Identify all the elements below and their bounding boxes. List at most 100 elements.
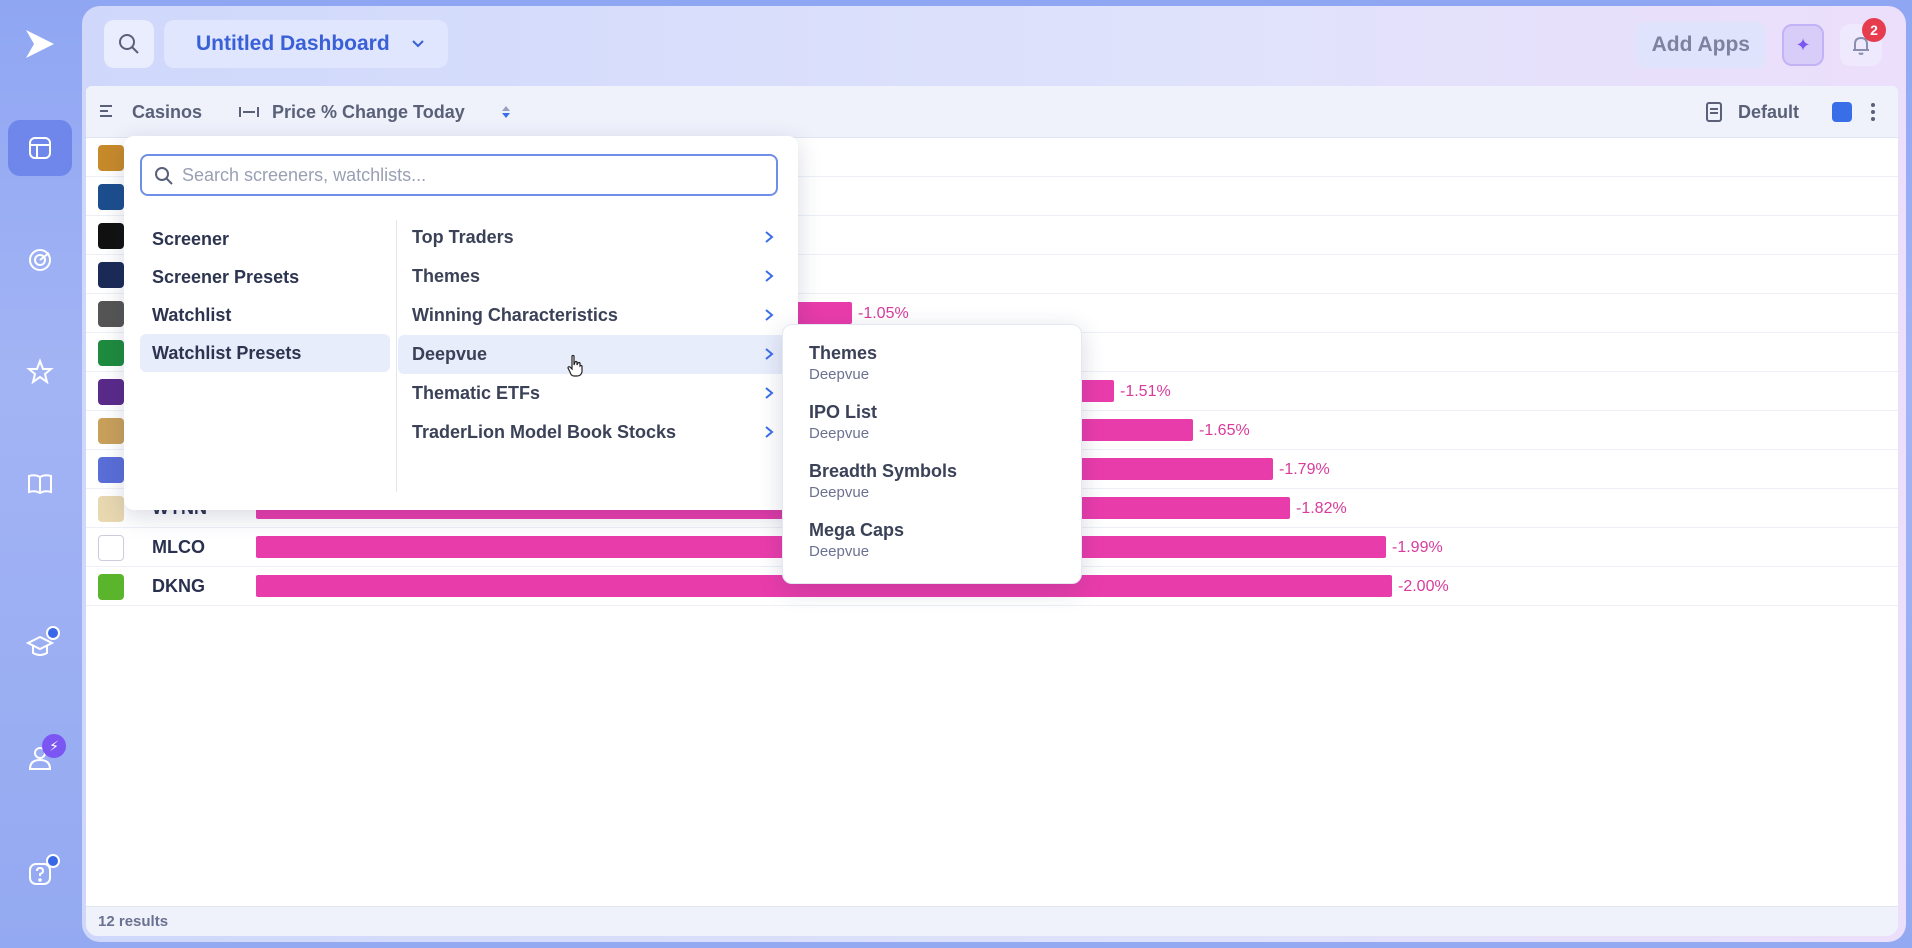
results-count: 12 results [98, 913, 169, 930]
submenu-item-title: Mega Caps [809, 520, 905, 540]
sort-icon [502, 106, 510, 118]
results-footer: 12 results [86, 906, 1898, 936]
dashboard-icon [29, 137, 51, 159]
change-value: -1.82% [1296, 499, 1347, 517]
chevron-right-icon [765, 426, 774, 438]
deepvue-submenu: Themes Deepvue IPO List Deepvue Breadth Symb… [782, 324, 1082, 584]
picker-group-item[interactable]: Top Traders [398, 218, 788, 257]
ticker-symbol: DKNG [152, 576, 205, 596]
view-label: Default [1738, 101, 1800, 122]
submenu-item[interactable]: IPO List Deepvue [809, 402, 877, 442]
ai-sparkle-button[interactable]: ✦ [1782, 24, 1824, 66]
picker-group-item[interactable]: Themes [398, 257, 788, 296]
submenu-item[interactable]: Breadth Symbols Deepvue [809, 461, 957, 501]
left-rail: ⚡ [0, 0, 80, 948]
submenu-item-title: Breadth Symbols [809, 461, 958, 481]
rail-dashboard-button[interactable] [8, 120, 72, 176]
company-logo [98, 145, 124, 171]
star-icon [26, 358, 54, 385]
change-value: -1.99% [1392, 538, 1443, 556]
panel-header: Casinos Price % Change Today Default [86, 86, 1898, 138]
metric-selector[interactable]: Price % Change Today [238, 86, 465, 138]
chevron-down-icon [412, 40, 424, 48]
picker-group-label: Top Traders [412, 227, 514, 247]
company-logo [98, 457, 124, 483]
rail-profile-button[interactable]: ⚡ [8, 730, 72, 786]
picker-category-item[interactable]: Screener Presets [140, 258, 390, 296]
rail-radar-button[interactable] [8, 232, 72, 288]
chevron-right-icon [765, 231, 774, 243]
picker-category-item[interactable]: Watchlist Presets [140, 334, 390, 372]
app-logo-icon[interactable] [22, 26, 58, 62]
picker-group-label: Thematic ETFs [412, 383, 541, 403]
picker-category-item[interactable]: Watchlist [140, 296, 390, 334]
picker-groups: Top Traders Themes Winning Characteristics… [398, 218, 788, 452]
more-options-button[interactable] [1870, 86, 1876, 138]
submenu-item-source: Deepvue [809, 484, 870, 501]
picker-search-input[interactable] [182, 164, 776, 186]
rail-education-button[interactable] [8, 618, 72, 674]
metric-label: Price % Change Today [272, 101, 465, 122]
picker-group-label: Winning Characteristics [412, 305, 618, 325]
view-selector[interactable]: Default [1704, 86, 1799, 138]
submenu-item[interactable]: Themes Deepvue [809, 343, 877, 383]
search-icon [155, 167, 173, 185]
submenu-item-title: IPO List [809, 402, 878, 422]
company-logo [98, 379, 124, 405]
company-logo [98, 340, 124, 366]
list-selector[interactable]: Casinos [98, 86, 202, 138]
rail-help-dot [46, 854, 60, 868]
company-logo [98, 496, 124, 522]
color-swatch [1832, 102, 1852, 122]
list-icon [100, 105, 112, 117]
picker-group-label: Deepvue [412, 344, 488, 364]
list-name: Casinos [132, 101, 203, 122]
chevron-right-icon [765, 387, 774, 399]
chevron-right-icon [765, 309, 774, 321]
lightning-icon: ⚡ [42, 734, 66, 758]
notification-count-badge: 2 [1862, 18, 1886, 42]
sort-toggle[interactable] [500, 86, 512, 138]
picker-group-item[interactable]: Deepvue [398, 335, 788, 374]
chevron-right-icon [765, 270, 774, 282]
add-apps-button[interactable]: Add Apps [1635, 22, 1766, 68]
change-value: -2.00% [1398, 577, 1449, 595]
change-value: -1.51% [1120, 382, 1171, 400]
dashboard-title: Untitled Dashboard [196, 32, 390, 55]
rail-notification-dot [46, 626, 60, 640]
list-picker-dropdown: ScreenerScreener PresetsWatchlistWatchli… [124, 136, 798, 510]
rail-help-button[interactable] [8, 846, 72, 902]
rail-learn-button[interactable] [8, 456, 72, 512]
global-search-button[interactable] [104, 20, 154, 68]
book-icon [28, 474, 52, 495]
dashboard-selector[interactable]: Untitled Dashboard [164, 20, 448, 68]
submenu-item-source: Deepvue [809, 366, 870, 383]
search-icon [119, 34, 139, 54]
company-logo [98, 262, 124, 288]
picker-group-item[interactable]: Winning Characteristics [398, 296, 788, 335]
document-icon [1706, 102, 1722, 122]
radar-icon [29, 249, 51, 271]
picker-divider [396, 220, 397, 492]
picker-group-item[interactable]: TraderLion Model Book Stocks [398, 413, 788, 452]
submenu-item-title: Themes [809, 343, 878, 363]
company-logo [98, 535, 124, 561]
top-bar: Untitled Dashboard Add Apps ✦ 2 [82, 6, 1906, 82]
rail-watchlist-button[interactable] [8, 344, 72, 400]
sparkle-icon: ✦ [1795, 34, 1811, 55]
picker-categories: Screener Screener Presets Watchlist Watchli… [140, 220, 390, 372]
width-icon [239, 107, 259, 117]
picker-group-label: Themes [412, 266, 481, 286]
hand-cursor-icon [567, 354, 583, 377]
picker-category-item[interactable]: Screener [140, 220, 390, 258]
picker-group-label: TraderLion Model Book Stocks [412, 422, 677, 442]
ticker-symbol: MLCO [152, 537, 205, 557]
chevron-right-icon [765, 348, 774, 360]
picker-search-box[interactable] [140, 154, 778, 196]
more-vertical-icon [1871, 103, 1875, 121]
change-value: -1.79% [1279, 460, 1330, 478]
picker-group-item[interactable]: Thematic ETFs [398, 374, 788, 413]
submenu-item[interactable]: Mega Caps Deepvue [809, 520, 904, 560]
color-swatch-button[interactable] [1832, 86, 1852, 138]
submenu-item-source: Deepvue [809, 425, 870, 442]
